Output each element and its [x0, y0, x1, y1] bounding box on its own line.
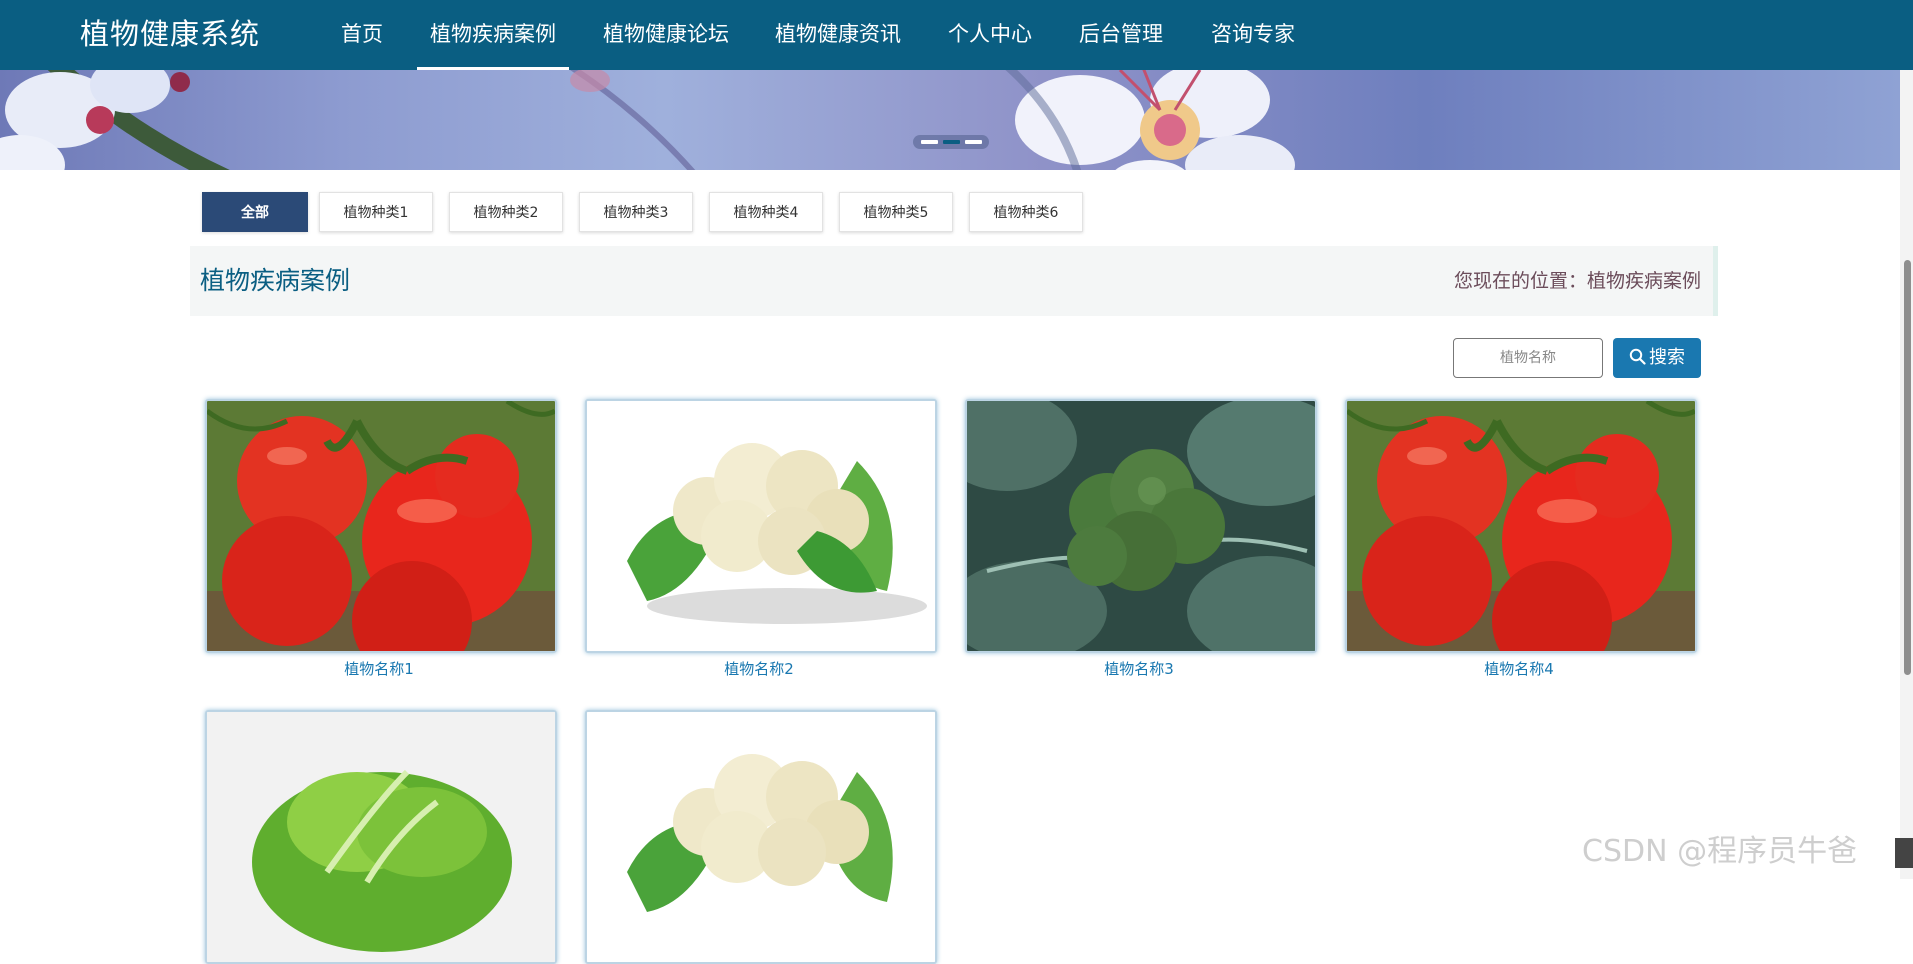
- carousel-dot-3[interactable]: [965, 140, 982, 144]
- nav-item-expert[interactable]: 咨询专家: [1200, 0, 1306, 70]
- product-name-1[interactable]: 植物名称1: [203, 658, 555, 679]
- nav-item-news[interactable]: 植物健康资讯: [762, 0, 914, 70]
- page-title: 植物疾病案例: [200, 266, 351, 295]
- category-tab-6[interactable]: 植物种类6: [969, 192, 1083, 232]
- product-image-1[interactable]: [205, 399, 557, 653]
- scrollbar-thumb[interactable]: [1904, 260, 1911, 675]
- product-image-4[interactable]: [1345, 399, 1697, 653]
- search-icon: [1629, 348, 1646, 365]
- product-image-3[interactable]: [965, 399, 1317, 653]
- product-image-5[interactable]: [205, 710, 557, 964]
- search-button-label: 搜索: [1649, 347, 1685, 368]
- category-tab-all[interactable]: 全部: [202, 192, 308, 232]
- category-tab-5[interactable]: 植物种类5: [839, 192, 953, 232]
- carousel-dot-1[interactable]: [921, 140, 938, 144]
- category-tab-4[interactable]: 植物种类4: [709, 192, 823, 232]
- tomato-image: [207, 401, 555, 651]
- product-name-2[interactable]: 植物名称2: [583, 658, 935, 679]
- cauliflower-image: [587, 712, 935, 962]
- product-image-2[interactable]: [585, 399, 937, 653]
- broccoli-image: [967, 401, 1315, 651]
- product-name-3[interactable]: 植物名称3: [963, 658, 1315, 679]
- product-name-4[interactable]: 植物名称4: [1343, 658, 1695, 679]
- nav-item-admin[interactable]: 后台管理: [1068, 0, 1174, 70]
- lettuce-image: [207, 712, 555, 962]
- plant-name-search-input[interactable]: [1453, 338, 1603, 378]
- search-button[interactable]: 搜索: [1613, 338, 1701, 378]
- category-tab-3[interactable]: 植物种类3: [579, 192, 693, 232]
- top-navbar: 植物健康系统 首页 植物疾病案例 植物健康论坛 植物健康资讯 个人中心 后台管理…: [0, 0, 1913, 70]
- category-tab-2[interactable]: 植物种类2: [449, 192, 563, 232]
- banner-carousel[interactable]: [0, 70, 1900, 170]
- section-header: 植物疾病案例 您现在的位置：植物疾病案例: [190, 246, 1718, 316]
- nav-item-forum[interactable]: 植物健康论坛: [590, 0, 742, 70]
- category-tab-1[interactable]: 植物种类1: [319, 192, 433, 232]
- carousel-dot-2[interactable]: [943, 140, 960, 144]
- breadcrumb: 您现在的位置：植物疾病案例: [1453, 270, 1701, 292]
- nav-item-disease-cases[interactable]: 植物疾病案例: [417, 0, 569, 70]
- product-image-6[interactable]: [585, 710, 937, 964]
- nav-item-profile[interactable]: 个人中心: [937, 0, 1043, 70]
- nav-item-home[interactable]: 首页: [332, 0, 392, 70]
- corner-widget-icon[interactable]: [1895, 838, 1913, 868]
- tomato-image: [1347, 401, 1695, 651]
- site-brand[interactable]: 植物健康系统: [80, 0, 260, 70]
- banner-image: [0, 70, 1295, 170]
- watermark: CSDN @程序员牛爸: [1582, 834, 1858, 869]
- carousel-indicators: [913, 135, 989, 149]
- cauliflower-image: [587, 401, 935, 651]
